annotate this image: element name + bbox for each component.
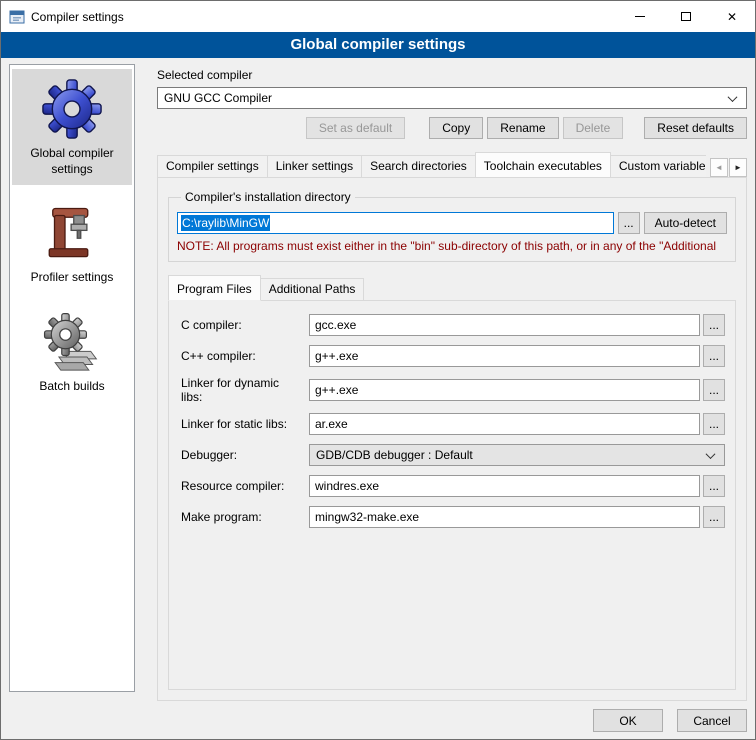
tab-compiler-settings[interactable]: Compiler settings [157, 155, 268, 177]
installation-directory-label: Compiler's installation directory [181, 190, 355, 204]
app-icon [9, 9, 25, 25]
tab-toolchain-executables[interactable]: Toolchain executables [475, 152, 611, 177]
main-panel: Selected compiler GNU GCC Compiler Set a… [146, 64, 747, 701]
window-title: Compiler settings [31, 10, 124, 24]
rename-button[interactable]: Rename [487, 117, 558, 139]
tab-additional-paths[interactable]: Additional Paths [260, 278, 365, 301]
c-compiler-browse-button[interactable]: ... [703, 314, 725, 336]
sidebar-item-profiler-settings[interactable]: Profiler settings [12, 193, 132, 294]
dialog-body: Global compiler settings [1, 58, 755, 740]
gear-gray-icon [42, 312, 102, 372]
linker-static-label: Linker for static libs: [181, 417, 309, 431]
tab-linker-settings[interactable]: Linker settings [267, 155, 362, 177]
dialog-footer: OK Cancel [593, 709, 747, 732]
resource-compiler-browse-button[interactable]: ... [703, 475, 725, 497]
arrow-left-icon: ◄ [715, 163, 723, 172]
maximize-icon [681, 12, 691, 21]
sidebar-item-batch-builds[interactable]: Batch builds [12, 302, 132, 403]
minimize-button[interactable] [617, 1, 663, 32]
installation-directory-group: Compiler's installation directory C:\ray… [168, 190, 736, 262]
resource-compiler-label: Resource compiler: [181, 479, 309, 493]
debugger-dropdown[interactable]: GDB/CDB debugger : Default [309, 444, 725, 466]
set-as-default-button: Set as default [306, 117, 405, 139]
profiler-tool-icon [44, 203, 100, 263]
sidebar-item-label: Global compiler settings [14, 146, 130, 177]
sidebar-item-global-compiler-settings[interactable]: Global compiler settings [12, 69, 132, 185]
tab-scroll-right-button[interactable]: ► [729, 158, 747, 177]
copy-button[interactable]: Copy [429, 117, 483, 139]
selected-compiler-dropdown[interactable]: GNU GCC Compiler [157, 87, 747, 109]
linker-static-browse-button[interactable]: ... [703, 413, 725, 435]
linker-dynamic-label: Linker for dynamic libs: [181, 376, 309, 404]
tab-scroll-left-button[interactable]: ◄ [710, 158, 728, 177]
titlebar: Compiler settings ✕ [1, 1, 755, 32]
tab-search-directories[interactable]: Search directories [361, 155, 476, 177]
c-compiler-label: C compiler: [181, 318, 309, 332]
ok-button[interactable]: OK [593, 709, 663, 732]
sidebar-item-label: Batch builds [39, 379, 104, 395]
cpp-compiler-input[interactable]: g++.exe [309, 345, 700, 367]
selected-compiler-value: GNU GCC Compiler [164, 91, 726, 105]
resource-compiler-input[interactable]: windres.exe [309, 475, 700, 497]
dialog-header: Global compiler settings [1, 32, 755, 58]
auto-detect-button[interactable]: Auto-detect [644, 212, 727, 234]
toolchain-executables-panel: Compiler's installation directory C:\ray… [157, 177, 747, 701]
tabs-viewport: Compiler settings Linker settings Search… [157, 152, 706, 177]
debugger-label: Debugger: [181, 448, 309, 462]
settings-tabstrip: Compiler settings Linker settings Search… [157, 152, 747, 177]
compiler-settings-window: Compiler settings ✕ Global compiler sett… [0, 0, 756, 740]
chevron-down-icon [704, 452, 716, 459]
installation-directory-input[interactable]: C:\raylib\MinGW [177, 212, 614, 234]
make-program-label: Make program: [181, 510, 309, 524]
tab-custom-variables[interactable]: Custom variables [610, 155, 706, 177]
program-files-tabstrip: Program Files Additional Paths [168, 275, 736, 300]
linker-dynamic-input[interactable]: g++.exe [309, 379, 700, 401]
minimize-icon [635, 16, 645, 17]
sidebar: Global compiler settings [9, 64, 135, 692]
linker-static-input[interactable]: ar.exe [309, 413, 700, 435]
make-program-input[interactable]: mingw32-make.exe [309, 506, 700, 528]
arrow-right-icon: ► [734, 163, 742, 172]
installation-note: NOTE: All programs must exist either in … [177, 239, 727, 253]
make-program-browse-button[interactable]: ... [703, 506, 725, 528]
program-files-panel: C compiler: gcc.exe ... C++ compiler: g+… [168, 300, 736, 690]
chevron-down-icon [726, 95, 738, 102]
cpp-compiler-label: C++ compiler: [181, 349, 309, 363]
cpp-compiler-browse-button[interactable]: ... [703, 345, 725, 367]
tab-program-files[interactable]: Program Files [168, 275, 261, 301]
debugger-value: GDB/CDB debugger : Default [316, 448, 704, 462]
cancel-button[interactable]: Cancel [677, 709, 747, 732]
reset-defaults-button[interactable]: Reset defaults [644, 117, 747, 139]
sidebar-item-label: Profiler settings [31, 270, 114, 286]
delete-button: Delete [563, 117, 624, 139]
installation-directory-value: C:\raylib\MinGW [181, 215, 270, 231]
linker-dynamic-browse-button[interactable]: ... [703, 379, 725, 401]
close-button[interactable]: ✕ [709, 1, 755, 32]
c-compiler-input[interactable]: gcc.exe [309, 314, 700, 336]
gear-blue-icon [42, 79, 102, 139]
close-icon: ✕ [727, 11, 737, 23]
compiler-actions: Set as default Copy Rename Delete Reset … [157, 117, 747, 139]
maximize-button[interactable] [663, 1, 709, 32]
installation-directory-browse-button[interactable]: ... [618, 212, 640, 234]
selected-compiler-label: Selected compiler [157, 68, 747, 82]
